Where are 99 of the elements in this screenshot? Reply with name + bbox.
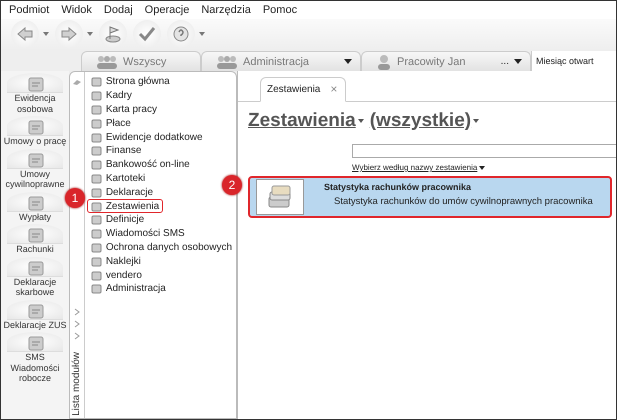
module-item[interactable]: Karta pracy bbox=[86, 102, 161, 116]
nav-label: Wypłaty bbox=[19, 212, 51, 222]
module-icon bbox=[90, 145, 102, 156]
menu-item[interactable]: Pomoc bbox=[258, 4, 306, 16]
module-label: vendero bbox=[106, 270, 142, 281]
menu-item[interactable]: Operacje bbox=[140, 4, 198, 16]
module-icon bbox=[90, 256, 102, 267]
nav-label: Umowy o pracę bbox=[4, 136, 66, 146]
nav-label: Deklaracje skarbowe bbox=[12, 276, 58, 298]
module-icon bbox=[90, 104, 102, 115]
report-description: Statystyka rachunków do umów cywilnoprawnych pracownika bbox=[333, 196, 593, 206]
chevron-icon[interactable] bbox=[74, 308, 80, 342]
search-field[interactable] bbox=[352, 144, 616, 158]
caret-icon bbox=[473, 119, 480, 123]
menu-item[interactable]: Widok bbox=[57, 4, 100, 16]
nav-label: Deklaracje ZUS bbox=[3, 320, 67, 330]
people-icon bbox=[96, 54, 118, 70]
nav-button[interactable]: SMS Wiadomości robocze bbox=[1, 332, 69, 384]
caret-icon bbox=[479, 166, 486, 170]
module-label: Bankowość on-line bbox=[106, 159, 190, 170]
module-icon bbox=[90, 90, 102, 102]
heading-dropdown[interactable]: Zestawienia bbox=[248, 110, 364, 132]
nav-label: Ewidencja osobowa bbox=[13, 93, 57, 114]
module-label: Płace bbox=[106, 118, 131, 129]
module-label: Kadry bbox=[106, 90, 132, 102]
module-icon bbox=[90, 214, 102, 226]
module-icon bbox=[90, 159, 102, 170]
document-icon bbox=[26, 194, 44, 210]
module-label: Finanse bbox=[106, 145, 142, 156]
context-tab[interactable]: Pracowity Jan ... bbox=[361, 51, 531, 71]
module-icon bbox=[90, 242, 102, 253]
document-icon bbox=[26, 334, 44, 351]
module-label: Naklejki bbox=[106, 256, 141, 267]
tab-label: Pracowity Jan bbox=[397, 56, 466, 68]
month-label: Miesiąc otwart bbox=[531, 51, 616, 71]
menu-item[interactable]: Dodaj bbox=[100, 4, 141, 16]
module-label: Ochrona danych osobowych bbox=[106, 242, 232, 253]
module-item[interactable]: Płace bbox=[86, 116, 135, 130]
filter-link[interactable]: Wybierz według nazwy zestawienia bbox=[352, 163, 486, 172]
nav-label: Umowy cywilnoprawne bbox=[4, 168, 66, 190]
nav-button[interactable]: Deklaracje skarbowe bbox=[1, 256, 69, 298]
module-label: Karta pracy bbox=[106, 104, 157, 115]
nav-label: SMS Wiadomości robocze bbox=[9, 352, 60, 384]
module-item[interactable]: Definicje bbox=[86, 212, 148, 227]
module-label: Zestawienia bbox=[106, 200, 160, 212]
more-label: ... bbox=[500, 56, 509, 67]
module-label: Ewidencje dodatkowe bbox=[106, 132, 203, 143]
module-icon bbox=[90, 118, 102, 129]
document-icon bbox=[26, 226, 44, 243]
report-row[interactable]: Statystyka rachunków pracownika Statystyka rachunków do umów cywilnoprawnych pracownika bbox=[248, 176, 612, 218]
module-label: Deklaracje bbox=[106, 186, 154, 198]
module-label: Wiadomości SMS bbox=[106, 228, 185, 240]
vertical-label: Lista modułów bbox=[71, 352, 82, 416]
module-item[interactable]: Finanse bbox=[86, 144, 146, 158]
module-item[interactable]: Naklejki bbox=[86, 254, 145, 268]
module-icon bbox=[90, 283, 102, 294]
module-icon bbox=[90, 270, 102, 281]
module-item[interactable]: Ewidencje dodatkowe bbox=[86, 130, 207, 144]
document-icon bbox=[26, 75, 44, 92]
module-item[interactable]: vendero bbox=[86, 268, 146, 282]
module-item[interactable]: Deklaracje bbox=[86, 185, 158, 200]
module-label: Kartoteki bbox=[106, 172, 146, 184]
module-icon bbox=[90, 172, 102, 184]
document-icon bbox=[26, 150, 44, 168]
pin-icon bbox=[72, 78, 82, 86]
module-item[interactable]: Ochrona danych osobowych bbox=[86, 240, 236, 254]
document-tab[interactable]: Zestawienia × bbox=[260, 77, 346, 102]
context-tab[interactable]: Wszyscy bbox=[81, 51, 201, 71]
module-label: Administracja bbox=[106, 283, 166, 294]
module-item[interactable]: Kadry bbox=[86, 88, 136, 103]
context-tab[interactable]: Administracja bbox=[201, 51, 361, 71]
module-icon bbox=[90, 200, 102, 212]
module-item[interactable]: Bankowość on-line bbox=[86, 158, 194, 172]
caret-icon bbox=[358, 119, 364, 123]
report-title: Statystyka rachunków pracownika bbox=[324, 182, 472, 192]
heading-dropdown[interactable]: (wszystkie) bbox=[370, 110, 480, 132]
module-item[interactable]: Wiadomości SMS bbox=[86, 226, 189, 241]
tab-label: Wszyscy bbox=[123, 56, 166, 68]
document-icon bbox=[26, 118, 44, 135]
people-icon bbox=[216, 54, 238, 70]
menu-item[interactable]: Podmiot bbox=[5, 4, 58, 16]
module-item[interactable]: Kartoteki bbox=[86, 172, 150, 186]
module-item[interactable]: Strona główna bbox=[86, 75, 174, 89]
document-icon bbox=[26, 302, 44, 318]
module-icon bbox=[90, 76, 102, 88]
module-icon bbox=[90, 186, 102, 198]
module-icon bbox=[90, 228, 102, 240]
nav-label: Rachunki bbox=[16, 244, 54, 254]
close-icon[interactable]: × bbox=[330, 84, 338, 94]
module-label: Strona główna bbox=[106, 76, 170, 88]
nav-button[interactable]: Umowy cywilnoprawne bbox=[1, 148, 69, 190]
menu-item[interactable]: Narzędzia bbox=[197, 4, 259, 16]
nav-button[interactable]: Ewidencja osobowa bbox=[1, 73, 69, 114]
tab-label: Administracja bbox=[243, 56, 310, 68]
module-item[interactable]: Zestawienia bbox=[86, 199, 164, 213]
module-label: Definicje bbox=[106, 214, 144, 226]
document-icon bbox=[26, 258, 44, 276]
module-icon bbox=[90, 132, 102, 143]
module-item[interactable]: Administracja bbox=[86, 282, 170, 296]
